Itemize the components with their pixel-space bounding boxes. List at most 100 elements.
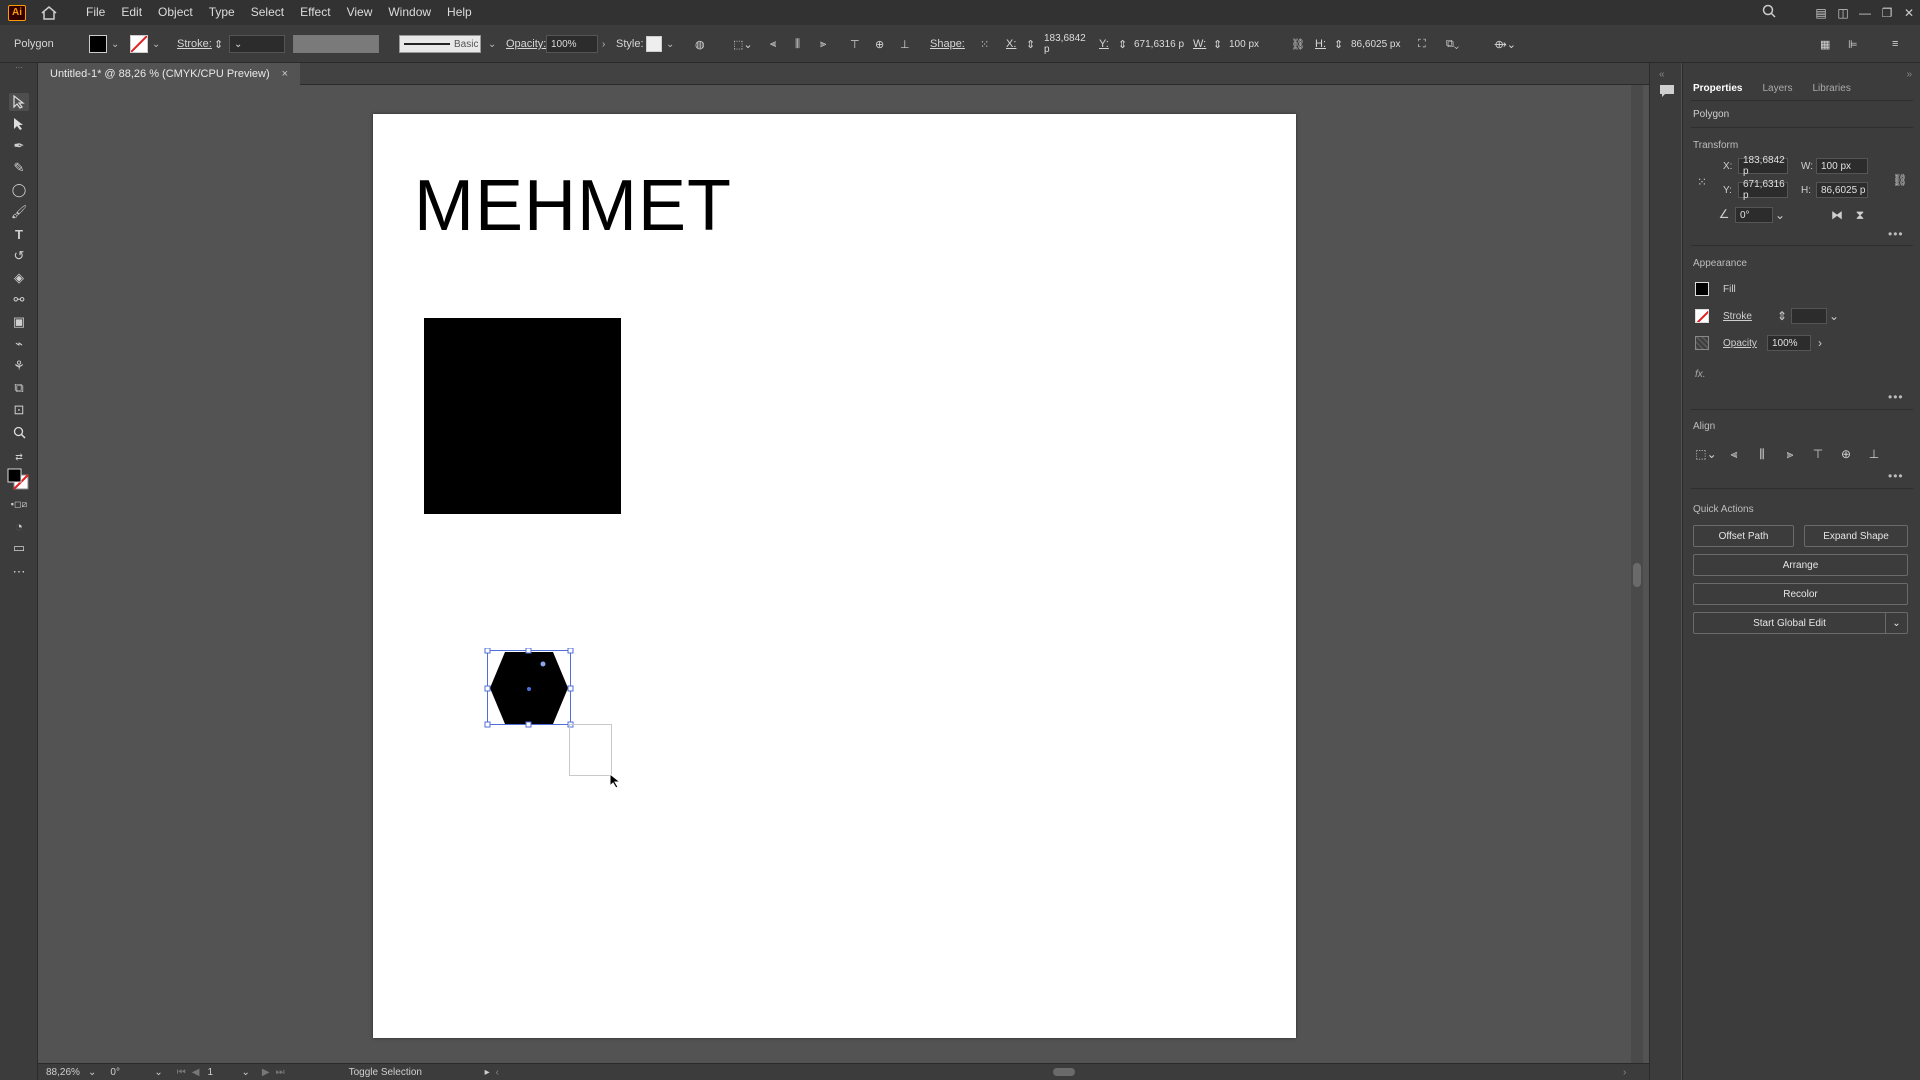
home-icon[interactable]: [40, 5, 58, 21]
curvature-tool-icon[interactable]: ✎: [9, 159, 29, 177]
w-stepper-icon[interactable]: ⇕: [1213, 38, 1222, 51]
align-left-icon[interactable]: ⫷: [1727, 447, 1741, 461]
menu-object[interactable]: Object: [150, 0, 201, 25]
align-hcenter-icon[interactable]: ⫼: [1755, 447, 1769, 461]
isolate-icon[interactable]: ⧉⌄: [1446, 38, 1459, 51]
w-field[interactable]: 100 px: [1225, 35, 1273, 53]
chevron-down-icon[interactable]: ⌄: [1827, 309, 1841, 323]
tab-properties[interactable]: Properties: [1683, 83, 1752, 94]
transform-x-field[interactable]: 183,6842 p: [1738, 155, 1788, 177]
start-global-edit-button[interactable]: Start Global Edit: [1693, 612, 1885, 634]
previous-artboard-icon[interactable]: ◀: [192, 1067, 200, 1078]
transform-icon[interactable]: ⛶: [1418, 38, 1426, 51]
stroke-label[interactable]: Stroke: [1723, 311, 1752, 322]
blend-tool-icon[interactable]: ⚘: [9, 357, 29, 375]
rotate-tool-icon[interactable]: ↺: [9, 247, 29, 265]
gradient-tool-icon[interactable]: ▣: [9, 313, 29, 331]
h-stepper-icon[interactable]: ⇕: [1334, 38, 1343, 51]
collapse-panel-icon[interactable]: «: [1659, 69, 1665, 80]
chevron-right-icon[interactable]: ›: [1813, 336, 1827, 350]
horizontal-scroll-thumb[interactable]: [1052, 1068, 1075, 1076]
menu-file[interactable]: File: [78, 0, 113, 25]
scroll-right-icon[interactable]: ›: [1623, 1067, 1626, 1078]
chevron-down-icon[interactable]: ⌄: [154, 1067, 162, 1078]
fill-swatch[interactable]: [1695, 282, 1709, 296]
arrange-button[interactable]: Arrange: [1693, 554, 1908, 576]
opacity-field[interactable]: 100%: [546, 35, 598, 53]
more-options-icon[interactable]: •••: [1888, 390, 1904, 404]
menu-edit[interactable]: Edit: [113, 0, 150, 25]
x-stepper-icon[interactable]: ⇕: [1026, 38, 1035, 51]
reference-point-icon[interactable]: ⁙: [980, 38, 989, 51]
draw-mode-icon[interactable]: ◔: [9, 517, 29, 535]
workspace-icon[interactable]: ▤: [1810, 6, 1832, 20]
more-options-icon[interactable]: •••: [1888, 227, 1904, 241]
align-left-icon[interactable]: ⫷: [770, 38, 776, 51]
zoom-level-field[interactable]: 88,26%: [46, 1067, 84, 1078]
chevron-right-icon[interactable]: ▸: [485, 1067, 490, 1078]
shape-builder-tool-icon[interactable]: ⚯: [9, 291, 29, 309]
document-tab[interactable]: Untitled-1* @ 88,26 % (CMYK/CPU Preview)…: [38, 63, 301, 85]
chevron-down-icon[interactable]: ⌄: [666, 39, 674, 50]
chevron-down-icon[interactable]: ⌄: [88, 1067, 96, 1078]
rotate-angle-field[interactable]: 0°: [1735, 207, 1773, 223]
fill-stroke-indicator[interactable]: [5, 467, 33, 491]
chevron-right-icon[interactable]: ›: [602, 39, 605, 50]
offset-path-button[interactable]: Offset Path: [1693, 525, 1794, 547]
align-top-icon[interactable]: ⊤: [850, 38, 860, 51]
chevron-down-icon[interactable]: ⌄: [488, 39, 496, 50]
panel-toggle-icon[interactable]: ⊫: [1848, 38, 1858, 51]
y-field[interactable]: 671,6316 p: [1130, 35, 1188, 53]
stroke-weight-field[interactable]: [1791, 308, 1827, 324]
symbol-sprayer-tool-icon[interactable]: ⧉: [9, 379, 29, 397]
tab-layers[interactable]: Layers: [1752, 83, 1802, 94]
type-tool-icon[interactable]: T: [9, 225, 29, 243]
eyedropper-tool-icon[interactable]: ⌁: [9, 335, 29, 353]
close-window-button[interactable]: ✕: [1898, 6, 1920, 20]
align-hcenter-icon[interactable]: ⫼: [795, 38, 800, 51]
chevron-down-icon[interactable]: ⌄: [1773, 208, 1787, 222]
transform-y-field[interactable]: 671,6316 p: [1738, 179, 1788, 201]
transform-h-field[interactable]: 86,6025 p: [1816, 182, 1868, 198]
variable-width-field[interactable]: [293, 35, 379, 53]
arrange-icon[interactable]: ▦: [1820, 38, 1830, 51]
screen-mode-icon[interactable]: ▭: [9, 539, 29, 557]
arrange-documents-icon[interactable]: ◫: [1832, 6, 1854, 20]
align-bottom-icon[interactable]: ⊥: [1867, 447, 1881, 461]
align-vcenter-icon[interactable]: ⊕: [875, 38, 884, 51]
menu-view[interactable]: View: [339, 0, 381, 25]
selected-polygon-object[interactable]: [483, 647, 575, 728]
selection-tool-icon[interactable]: [9, 93, 29, 111]
flip-vertical-icon[interactable]: ⧗: [1853, 208, 1867, 222]
menu-window[interactable]: Window: [380, 0, 439, 25]
transform-w-field[interactable]: 100 px: [1816, 158, 1868, 174]
zoom-tool-icon[interactable]: [9, 423, 29, 441]
paintbrush-tool-icon[interactable]: 🖌: [9, 203, 29, 221]
maximize-button[interactable]: ❐: [1876, 6, 1898, 20]
artboard[interactable]: [373, 114, 1296, 1038]
chevron-down-icon[interactable]: ⌄: [111, 39, 119, 50]
opacity-label[interactable]: Opacity: [1723, 338, 1757, 349]
h-field[interactable]: 86,6025 px: [1347, 35, 1403, 53]
tab-libraries[interactable]: Libraries: [1802, 83, 1860, 94]
last-artboard-icon[interactable]: ⏭: [276, 1067, 285, 1078]
chevron-down-icon[interactable]: ⌄: [152, 39, 160, 50]
fill-swatch[interactable]: [89, 35, 107, 53]
search-icon[interactable]: [1758, 4, 1780, 21]
menu-select[interactable]: Select: [243, 0, 292, 25]
close-tab-icon[interactable]: ×: [282, 68, 288, 80]
align-top-icon[interactable]: ⊤: [1811, 447, 1825, 461]
toolbar-grip-icon[interactable]: ⋯: [4, 63, 34, 72]
vertical-scroll-thumb[interactable]: [1633, 563, 1641, 587]
reference-point-icon[interactable]: ⁙: [1693, 173, 1711, 191]
puppet-warp-icon[interactable]: ⟴⌄: [1494, 38, 1516, 51]
expand-shape-button[interactable]: Expand Shape: [1804, 525, 1908, 547]
menu-icon[interactable]: ≡: [1892, 38, 1898, 50]
align-right-icon[interactable]: ⫸: [820, 38, 826, 51]
y-stepper-icon[interactable]: ⇕: [1118, 38, 1127, 51]
recolor-button[interactable]: Recolor: [1693, 583, 1908, 605]
stroke-stepper-icon[interactable]: ⇕: [214, 38, 223, 51]
x-field[interactable]: 183,6842 p: [1040, 33, 1094, 55]
align-vcenter-icon[interactable]: ⊕: [1839, 447, 1853, 461]
pen-tool-icon[interactable]: ✒: [9, 137, 29, 155]
